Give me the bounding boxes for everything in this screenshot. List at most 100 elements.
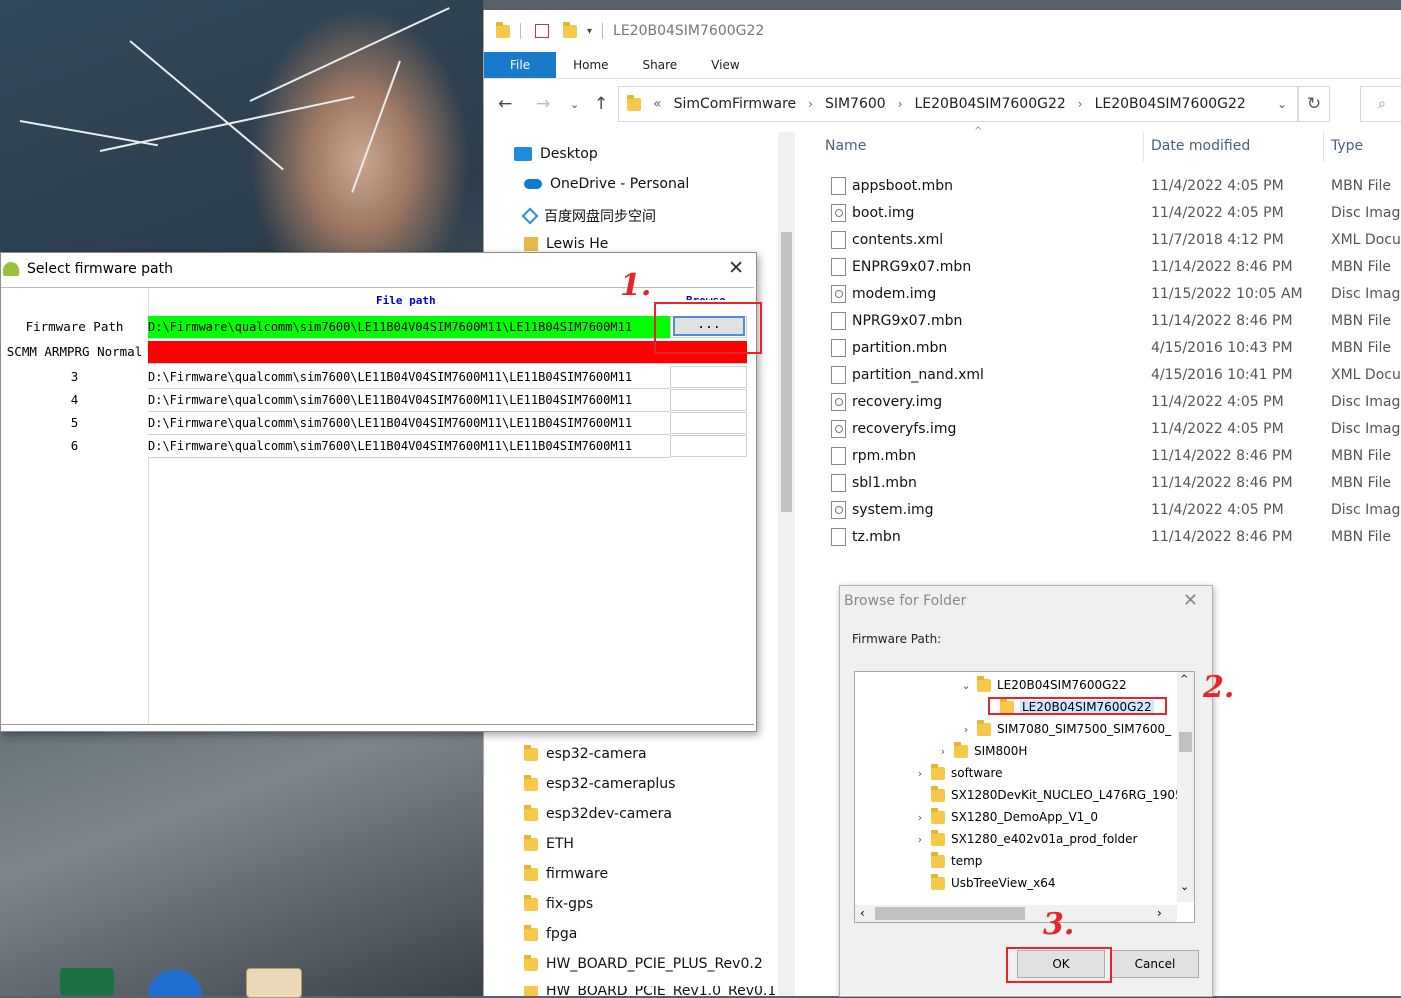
file-row[interactable]: recovery.img 11/4/2022 4:05 PM Disc Image bbox=[814, 388, 1401, 415]
column-type[interactable]: Type bbox=[1331, 138, 1363, 154]
overflow-crumb[interactable]: « bbox=[653, 96, 662, 112]
chevron-right-icon[interactable]: › bbox=[808, 97, 813, 111]
file-row[interactable]: appsboot.mbn 11/4/2022 4:05 PM MBN File bbox=[814, 172, 1401, 199]
file-row[interactable]: modem.img 11/15/2022 10:05 AM Disc Image bbox=[814, 280, 1401, 307]
up-arrow-icon[interactable]: ↑ bbox=[594, 94, 608, 114]
tree-node[interactable]: SX1280DevKit_NUCLEO_L476RG_1905 bbox=[915, 785, 1183, 802]
nav-folder[interactable]: esp32dev-camera bbox=[524, 804, 672, 822]
address-bar[interactable]: « SimComFirmware › SIM7600 › LE20B04SIM7… bbox=[618, 86, 1298, 122]
nav-folder[interactable]: fpga bbox=[524, 924, 577, 942]
tab-file[interactable]: File bbox=[484, 52, 557, 78]
nav-folder[interactable]: HW_BOARD_PCIE_PLUS_Rev0.2 bbox=[524, 954, 763, 972]
file-row[interactable]: recoveryfs.img 11/4/2022 4:05 PM Disc Imag… bbox=[814, 415, 1401, 442]
path-cell[interactable]: D:\Firmware\qualcomm\sim7600\LE11B04V04S… bbox=[148, 389, 670, 412]
breadcrumb-item[interactable]: LE20B04SIM7600G22 bbox=[915, 96, 1066, 112]
tree-node[interactable]: ⌄ LE20B04SIM7600G22 bbox=[961, 675, 1127, 692]
user-icon bbox=[524, 237, 538, 251]
file-row[interactable]: sbl1.mbn 11/14/2022 8:46 PM MBN File bbox=[814, 469, 1401, 496]
properties-icon[interactable] bbox=[535, 24, 549, 38]
expand-chevron-icon[interactable]: › bbox=[915, 833, 925, 846]
file-name: partition.mbn bbox=[852, 339, 948, 356]
paint-app-icon[interactable] bbox=[246, 968, 302, 998]
file-row[interactable]: partition_nand.xml 4/15/2016 10:41 PM XML … bbox=[814, 361, 1401, 388]
column-divider[interactable] bbox=[1323, 132, 1324, 162]
nav-folder[interactable]: firmware bbox=[524, 864, 608, 882]
scroll-right-icon[interactable]: › bbox=[1157, 906, 1162, 920]
browse-cell[interactable] bbox=[670, 435, 747, 457]
file-row[interactable]: NPRG9x07.mbn 11/14/2022 8:46 PM MBN File bbox=[814, 307, 1401, 334]
nav-folder[interactable]: HW_BOARD_PCIE_Rev1.0_Rev0.1_2 bbox=[524, 986, 792, 996]
file-row[interactable]: ENPRG9x07.mbn 11/14/2022 8:46 PM MBN File bbox=[814, 253, 1401, 280]
breadcrumb-item[interactable]: SIM7600 bbox=[825, 96, 886, 112]
tree-node[interactable]: › software bbox=[915, 763, 1003, 780]
nav-folder[interactable]: esp32-camera bbox=[524, 744, 647, 762]
path-cell[interactable]: D:\Firmware\qualcomm\sim7600\LE11B04V04S… bbox=[148, 412, 670, 435]
customize-toolbar-icon[interactable]: ▾ bbox=[587, 26, 592, 37]
nav-item-onedrive[interactable]: OneDrive - Personal bbox=[524, 176, 689, 192]
tab-home[interactable]: Home bbox=[556, 52, 625, 78]
file-row[interactable]: tz.mbn 11/14/2022 8:46 PM MBN File bbox=[814, 523, 1401, 550]
nav-item-user[interactable]: Lewis He bbox=[524, 236, 608, 252]
expand-chevron-icon[interactable]: › bbox=[915, 811, 925, 824]
search-icon[interactable]: ⌕ bbox=[1360, 86, 1401, 122]
path-cell[interactable]: D:\Firmware\qualcomm\sim7600\LE11B04V04S… bbox=[148, 366, 670, 389]
excel-icon[interactable] bbox=[60, 968, 114, 996]
tree-horizontal-scrollbar[interactable]: ‹ › bbox=[855, 905, 1177, 922]
tree-node[interactable]: UsbTreeView_x64 bbox=[915, 873, 1056, 890]
browse-cell[interactable] bbox=[670, 366, 747, 388]
expand-chevron-icon[interactable]: › bbox=[938, 745, 948, 758]
scrollbar-thumb[interactable] bbox=[875, 907, 1025, 920]
path-cell[interactable]: D:\Firmware\qualcomm\sim7600\LE11B04V04S… bbox=[148, 316, 670, 339]
feather-app-icon[interactable] bbox=[148, 970, 202, 996]
tree-node[interactable]: › SX1280_e402v01a_prod_folder bbox=[915, 829, 1137, 846]
new-folder-icon[interactable] bbox=[563, 21, 577, 38]
path-cell[interactable]: D:\Firmware\qualcomm\sim7600\LE11B04V04S… bbox=[148, 435, 670, 458]
tab-share[interactable]: Share bbox=[626, 52, 695, 78]
step-2-label: 2. bbox=[1203, 670, 1235, 705]
nav-scrollbar[interactable] bbox=[778, 132, 795, 996]
tree-node[interactable]: › SIM7080_SIM7500_SIM7600_ bbox=[961, 719, 1171, 736]
cancel-button[interactable]: Cancel bbox=[1111, 950, 1199, 978]
nav-folder[interactable]: esp32-cameraplus bbox=[524, 774, 675, 792]
chevron-right-icon[interactable]: › bbox=[1078, 97, 1083, 111]
browse-cell[interactable] bbox=[670, 389, 747, 411]
column-name[interactable]: Name bbox=[825, 138, 866, 154]
forward-arrow-icon[interactable]: → bbox=[536, 94, 550, 114]
column-date[interactable]: Date modified bbox=[1151, 138, 1250, 154]
chevron-right-icon[interactable]: › bbox=[898, 97, 903, 111]
nav-item-desktop[interactable]: Desktop bbox=[514, 146, 598, 162]
address-dropdown-icon[interactable]: ⌄ bbox=[1277, 97, 1287, 111]
scrollbar-thumb[interactable] bbox=[781, 232, 792, 512]
scroll-up-icon[interactable]: ^ bbox=[1180, 674, 1188, 685]
tree-node[interactable]: › SIM800H bbox=[938, 741, 1027, 758]
scrollbar-thumb[interactable] bbox=[1179, 732, 1192, 752]
nav-folder[interactable]: ETH bbox=[524, 834, 574, 852]
refresh-icon[interactable]: ↻ bbox=[1298, 86, 1330, 122]
file-row[interactable]: contents.xml 11/7/2018 4:12 PM XML Docu bbox=[814, 226, 1401, 253]
folder-icon[interactable] bbox=[496, 21, 510, 38]
breadcrumb-item[interactable]: LE20B04SIM7600G22 bbox=[1095, 96, 1246, 112]
browse-cell[interactable] bbox=[670, 412, 747, 434]
nav-folder[interactable]: fix-gps bbox=[524, 894, 593, 912]
file-row[interactable]: rpm.mbn 11/14/2022 8:46 PM MBN File bbox=[814, 442, 1401, 469]
close-icon[interactable]: ✕ bbox=[1183, 590, 1198, 611]
scroll-down-icon[interactable]: ⌄ bbox=[1180, 880, 1189, 893]
tree-vertical-scrollbar[interactable]: ^ ⌄ bbox=[1177, 672, 1194, 902]
close-icon[interactable]: ✕ bbox=[728, 257, 744, 279]
breadcrumb-item[interactable]: SimComFirmware bbox=[674, 96, 797, 112]
nav-item-baidu[interactable]: 百度网盘同步空间 bbox=[521, 206, 656, 226]
expand-chevron-icon[interactable]: › bbox=[961, 723, 971, 736]
expand-chevron-icon[interactable]: ⌄ bbox=[961, 679, 971, 692]
file-row[interactable]: partition.mbn 4/15/2016 10:43 PM MBN File bbox=[814, 334, 1401, 361]
tree-node[interactable]: temp bbox=[915, 851, 982, 868]
recent-locations-icon[interactable]: ⌄ bbox=[570, 98, 579, 111]
tab-view[interactable]: View bbox=[694, 52, 756, 78]
folder-icon bbox=[524, 924, 538, 941]
file-row[interactable]: system.img 11/4/2022 4:05 PM Disc Image bbox=[814, 496, 1401, 523]
scroll-left-icon[interactable]: ‹ bbox=[860, 906, 865, 920]
tree-node[interactable]: › SX1280_DemoApp_V1_0 bbox=[915, 807, 1098, 824]
expand-chevron-icon[interactable]: › bbox=[915, 767, 925, 780]
back-arrow-icon[interactable]: ← bbox=[498, 94, 512, 114]
column-divider[interactable] bbox=[1143, 132, 1144, 162]
file-row[interactable]: boot.img 11/4/2022 4:05 PM Disc Image bbox=[814, 199, 1401, 226]
